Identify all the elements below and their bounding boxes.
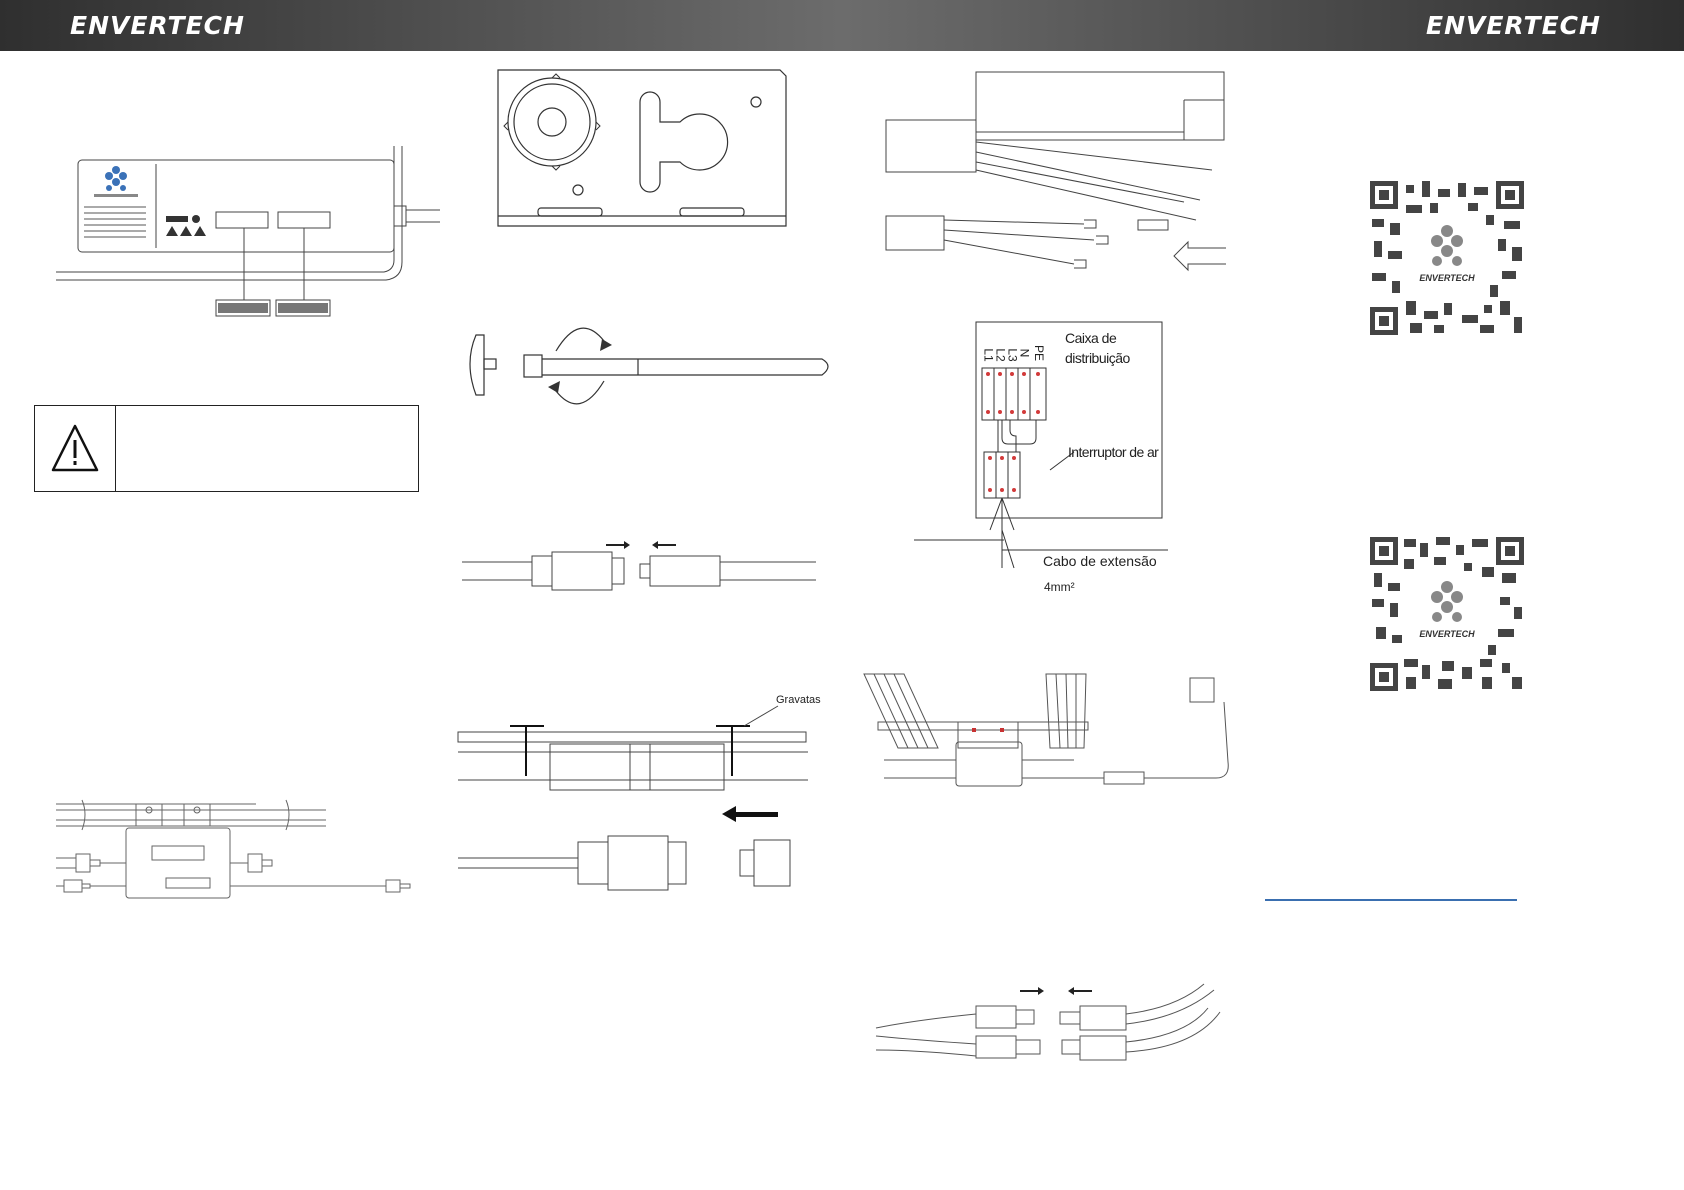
brand-logo-right: ENVERTECH <box>1426 11 1601 40</box>
qr-code-icon[interactable]: ENVERTECH <box>1370 181 1524 335</box>
qr-code-icon[interactable]: ENVERTECH <box>1370 537 1524 691</box>
qr-logo-text: ENVERTECH <box>1419 629 1475 639</box>
distribution-box-title-line1: Caixa de <box>1065 330 1117 346</box>
link-underline[interactable] <box>1265 899 1517 901</box>
cable-ties-label: Gravatas <box>776 694 821 706</box>
qr-logo-text: ENVERTECH <box>1419 273 1475 283</box>
cable-ties-figure <box>457 705 808 891</box>
warning-box <box>34 405 419 492</box>
breaker-label: Interruptor de ar <box>1068 444 1159 460</box>
antenna-figure <box>469 327 829 405</box>
warning-icon-cell <box>35 406 116 491</box>
extension-cable-label: Cabo de extensão <box>1043 553 1157 569</box>
terminal-label-pe: PE <box>1032 344 1047 362</box>
header-bar: ENVERTECH ENVERTECH <box>0 0 1684 51</box>
inverter-on-rail-figure <box>56 799 411 899</box>
distribution-box-title-line2: distribuição <box>1065 350 1130 366</box>
cable-prep-figure <box>885 71 1226 272</box>
product-label-figure <box>56 146 440 317</box>
brand-logo-left: ENVERTECH <box>70 11 245 40</box>
system-layout-figure <box>863 673 1229 787</box>
cable-size-label: 4mm² <box>1044 580 1075 594</box>
warning-triangle-icon <box>51 424 99 472</box>
mounting-bracket-figure <box>497 69 787 227</box>
ac-connector-figure <box>462 541 816 591</box>
dc-connector-figure <box>875 983 1221 1061</box>
